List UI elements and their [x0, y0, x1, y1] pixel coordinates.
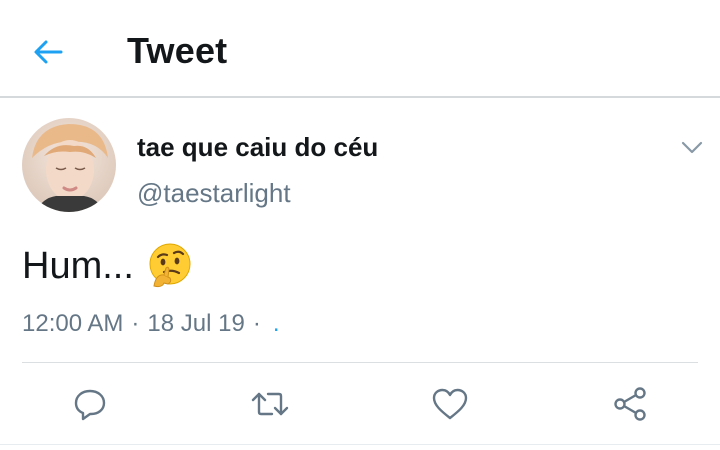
chevron-down-icon	[681, 141, 703, 154]
action-bar	[0, 372, 720, 436]
display-name[interactable]: tae que caiu do céu	[137, 132, 378, 163]
tweet-body: Hum...	[22, 244, 134, 287]
meta-separator: ·	[131, 310, 140, 337]
share-icon	[614, 387, 646, 421]
reply-icon	[74, 389, 106, 421]
tweet-options-button[interactable]	[678, 136, 706, 160]
divider	[22, 362, 698, 363]
tweet-time: 12:00 AM	[22, 310, 124, 337]
top-app-bar: Tweet	[0, 0, 720, 98]
reply-button[interactable]	[68, 382, 112, 426]
share-button[interactable]	[608, 382, 652, 426]
tweet-date: 18 Jul 19	[147, 310, 245, 337]
source-link[interactable]: .	[273, 310, 280, 338]
heart-icon	[432, 388, 468, 420]
divider	[0, 444, 720, 445]
tweet-text: Hum...	[22, 242, 194, 290]
meta-separator: ·	[252, 310, 261, 337]
tweet-card: tae que caiu do céu @taestarlight Hum...…	[0, 100, 720, 450]
back-button[interactable]	[26, 30, 70, 74]
page-title: Tweet	[127, 30, 228, 71]
thinking-face-emoji	[149, 243, 191, 288]
retweet-button[interactable]	[248, 382, 292, 426]
like-button[interactable]	[428, 382, 472, 426]
retweet-icon	[251, 392, 289, 416]
user-handle[interactable]: @taestarlight	[137, 178, 291, 209]
tweet-timestamp: 12:00 AM · 18 Jul 19 · .	[22, 310, 279, 338]
avatar[interactable]	[22, 118, 116, 212]
arrow-left-icon	[34, 40, 63, 64]
avatar-image	[22, 118, 116, 212]
